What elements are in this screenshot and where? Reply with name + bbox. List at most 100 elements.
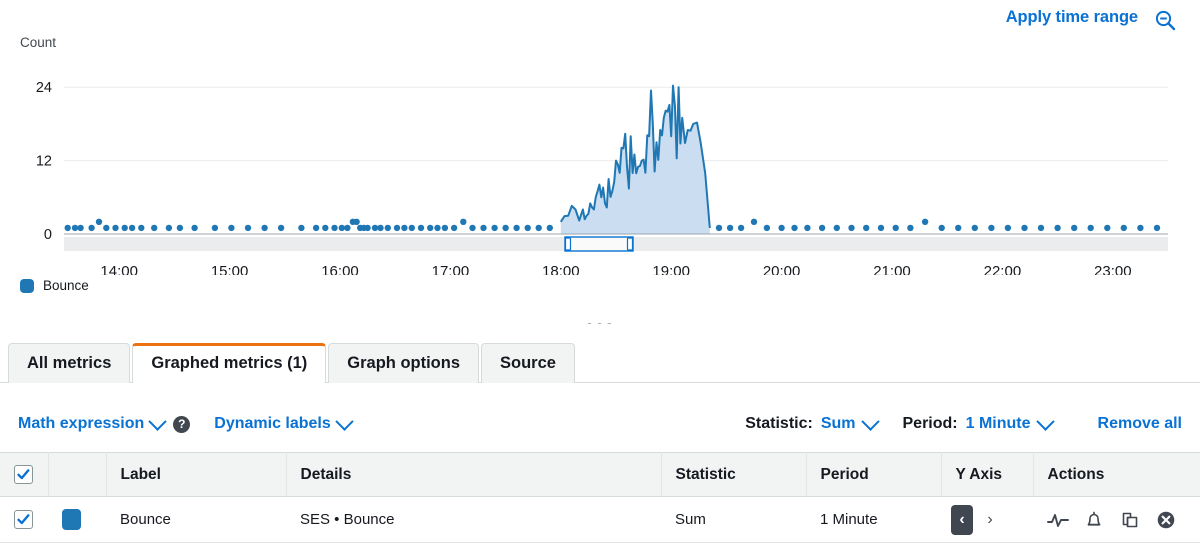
x-axis-tick-label: 15:00 — [211, 263, 249, 275]
x-axis-tick-label: 18:00 — [542, 263, 580, 275]
select-all-checkbox[interactable] — [14, 465, 33, 484]
data-point — [922, 219, 928, 225]
data-point — [907, 225, 913, 231]
statistic-caption: Statistic: — [745, 415, 813, 433]
tab-source[interactable]: Source — [481, 343, 575, 383]
data-point — [727, 225, 733, 231]
panel-resize-handle[interactable]: - - - — [0, 318, 1200, 328]
column-select-all — [0, 453, 48, 497]
x-axis-tick-label: 14:00 — [100, 263, 138, 275]
chart-legend[interactable]: Bounce — [20, 278, 89, 293]
row-checkbox[interactable] — [14, 510, 33, 529]
tab-graph-options[interactable]: Graph options — [328, 343, 479, 383]
period-value[interactable]: 1 Minute — [966, 415, 1031, 433]
y-axis-toggle: ‹ › — [951, 505, 1019, 535]
data-point — [344, 225, 350, 231]
data-point — [819, 225, 825, 231]
data-point — [525, 225, 531, 231]
x-axis-tick-label: 17:00 — [432, 263, 470, 275]
remove-icon[interactable] — [1155, 509, 1177, 531]
data-point — [103, 225, 109, 231]
y-axis-right-button[interactable]: › — [979, 505, 1001, 535]
data-point — [1121, 225, 1127, 231]
x-axis-tick-label: 19:00 — [652, 263, 690, 275]
row-label[interactable]: Bounce — [106, 497, 286, 543]
bell-icon[interactable] — [1083, 509, 1105, 531]
data-point — [427, 225, 433, 231]
data-point — [96, 219, 102, 225]
data-point — [418, 225, 424, 231]
data-point — [138, 225, 144, 231]
chart-plot-svg[interactable]: 0122414:0015:0016:0017:0018:0019:0020:00… — [0, 30, 1200, 275]
chart-header-bar: Apply time range — [0, 0, 1200, 32]
data-point — [331, 225, 337, 231]
table-row[interactable]: Bounce SES • Bounce Sum 1 Minute ‹ › — [0, 497, 1200, 543]
help-icon[interactable]: ? — [173, 416, 190, 433]
data-point — [1054, 225, 1060, 231]
chevron-down-icon — [335, 412, 353, 430]
data-point — [1071, 225, 1077, 231]
statistic-value[interactable]: Sum — [821, 415, 856, 433]
metrics-tabs-bar: All metrics Graphed metrics (1) Graph opti… — [0, 338, 1200, 383]
data-point — [1021, 225, 1027, 231]
math-expression-label: Math expression — [18, 415, 144, 433]
data-point — [278, 225, 284, 231]
tab-label: Graph options — [347, 354, 460, 372]
period-selector[interactable]: Period: 1 Minute — [903, 415, 1052, 433]
x-axis-tick-label: 20:00 — [763, 263, 801, 275]
data-point — [353, 219, 359, 225]
remove-all-button[interactable]: Remove all — [1098, 415, 1182, 433]
range-selector-handle-left[interactable] — [566, 238, 571, 250]
dynamic-labels-dropdown[interactable]: Dynamic labels — [214, 415, 351, 433]
column-actions: Actions — [1033, 453, 1200, 497]
data-point — [394, 225, 400, 231]
data-point — [716, 225, 722, 231]
statistic-selector[interactable]: Statistic: Sum — [745, 415, 876, 433]
column-y-axis: Y Axis — [941, 453, 1033, 497]
x-axis-tick-label: 21:00 — [873, 263, 911, 275]
data-point — [65, 225, 71, 231]
data-point — [339, 225, 345, 231]
tab-label: Graphed metrics (1) — [151, 354, 307, 372]
data-point — [434, 225, 440, 231]
legend-item-label[interactable]: Bounce — [43, 278, 89, 293]
row-statistic[interactable]: Sum — [661, 497, 806, 543]
data-point — [212, 225, 218, 231]
data-point — [738, 225, 744, 231]
range-selector-window[interactable] — [565, 237, 633, 251]
data-point — [893, 225, 899, 231]
chevron-down-icon — [1036, 412, 1054, 430]
data-point — [491, 225, 497, 231]
zoom-out-icon[interactable] — [1154, 9, 1176, 31]
tab-all-metrics[interactable]: All metrics — [8, 343, 130, 383]
metrics-chart[interactable]: Count 0122414:0015:0016:0017:0018:0019:0… — [0, 30, 1200, 305]
data-point — [191, 225, 197, 231]
row-period[interactable]: 1 Minute — [806, 497, 941, 543]
y-axis-tick-label: 24 — [36, 80, 52, 96]
data-point — [77, 225, 83, 231]
pulse-icon[interactable] — [1047, 509, 1069, 531]
apply-time-range-button[interactable]: Apply time range — [1006, 8, 1138, 27]
data-point — [372, 225, 378, 231]
duplicate-icon[interactable] — [1119, 509, 1141, 531]
data-point — [245, 225, 251, 231]
data-point — [1137, 225, 1143, 231]
y-axis-left-button[interactable]: ‹ — [951, 505, 973, 535]
graphed-metrics-toolbar: Math expression ? Dynamic labels Statist… — [0, 383, 1200, 453]
data-point — [401, 225, 407, 231]
data-point — [451, 225, 457, 231]
data-point — [322, 225, 328, 231]
tab-graphed-metrics-1[interactable]: Graphed metrics (1) — [132, 343, 326, 383]
data-point — [442, 225, 448, 231]
data-point — [122, 225, 128, 231]
row-actions-cell — [1033, 497, 1200, 543]
data-point — [129, 225, 135, 231]
legend-color-swatch — [20, 279, 34, 293]
range-selector-handle-right[interactable] — [628, 238, 633, 250]
math-expression-dropdown[interactable]: Math expression — [18, 415, 164, 433]
data-point — [88, 225, 94, 231]
data-point — [764, 225, 770, 231]
data-point — [804, 225, 810, 231]
row-color-swatch[interactable] — [62, 509, 81, 530]
tab-label: All metrics — [27, 354, 111, 372]
